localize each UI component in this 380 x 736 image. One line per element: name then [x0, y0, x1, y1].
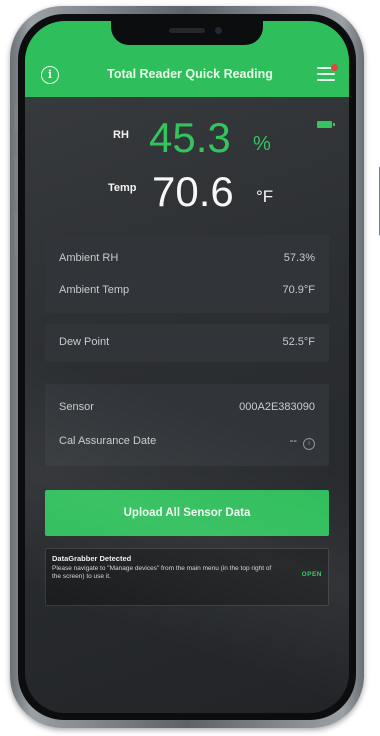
cal-assurance-value-wrap: -- i — [290, 435, 315, 450]
rh-label: RH — [113, 129, 129, 141]
rh-unit: % — [253, 133, 271, 155]
ambient-rh-value: 57.3% — [283, 252, 315, 264]
banner-open-button[interactable]: OPEN — [302, 571, 322, 578]
info-circle-icon[interactable]: i — [303, 438, 315, 450]
sensor-card: Sensor 000A2E383090 Cal Assurance Date -… — [45, 384, 329, 466]
temp-label: Temp — [108, 182, 137, 194]
sensor-row: Sensor 000A2E383090 — [59, 398, 315, 418]
sensor-id-value: 000A2E383090 — [239, 401, 315, 413]
notification-dot — [331, 64, 338, 71]
menu-bar — [317, 79, 335, 81]
info-icon[interactable]: i — [41, 66, 59, 84]
temp-unit: °F — [256, 187, 274, 206]
ambient-temp-row: Ambient Temp 70.9°F — [59, 281, 315, 301]
banner-text: Please navigate to "Manage devices" from… — [52, 565, 272, 580]
ambient-card: Ambient RH 57.3% Ambient Temp 70.9°F — [45, 235, 329, 313]
upload-all-button[interactable]: Upload All Sensor Data — [45, 490, 329, 536]
phone-notch — [111, 21, 263, 45]
phone-bezel: i Total Reader Quick Reading RH 45.3 % T… — [18, 14, 356, 720]
ambient-temp-value: 70.9°F — [282, 284, 315, 296]
ambient-rh-row: Ambient RH 57.3% — [59, 249, 315, 269]
battery-icon — [317, 121, 335, 128]
dew-point-value: 52.5°F — [282, 336, 315, 348]
menu-icon[interactable] — [317, 64, 338, 81]
banner-title: DataGrabber Detected — [52, 554, 132, 563]
cal-assurance-value: -- — [289, 435, 297, 447]
page-title: Total Reader Quick Reading — [107, 67, 273, 81]
menu-bar — [317, 73, 335, 75]
phone-frame: i Total Reader Quick Reading RH 45.3 % T… — [10, 6, 380, 728]
ambient-temp-label: Ambient Temp — [59, 284, 130, 296]
dew-point-label: Dew Point — [59, 336, 110, 348]
app-screen: i Total Reader Quick Reading RH 45.3 % T… — [25, 21, 349, 713]
camera — [215, 27, 222, 34]
cal-assurance-label: Cal Assurance Date — [59, 435, 157, 447]
cal-assurance-row: Cal Assurance Date -- i — [59, 432, 315, 452]
datagrabber-banner: DataGrabber Detected Please navigate to … — [45, 548, 329, 606]
dew-point-card: Dew Point 52.5°F — [45, 324, 329, 362]
rh-value: 45.3 — [149, 114, 231, 161]
dew-point-row: Dew Point 52.5°F — [59, 333, 315, 353]
speaker — [169, 28, 205, 33]
ambient-rh-label: Ambient RH — [59, 252, 119, 264]
temp-value: 70.6 — [152, 168, 234, 215]
sensor-label: Sensor — [59, 401, 94, 413]
